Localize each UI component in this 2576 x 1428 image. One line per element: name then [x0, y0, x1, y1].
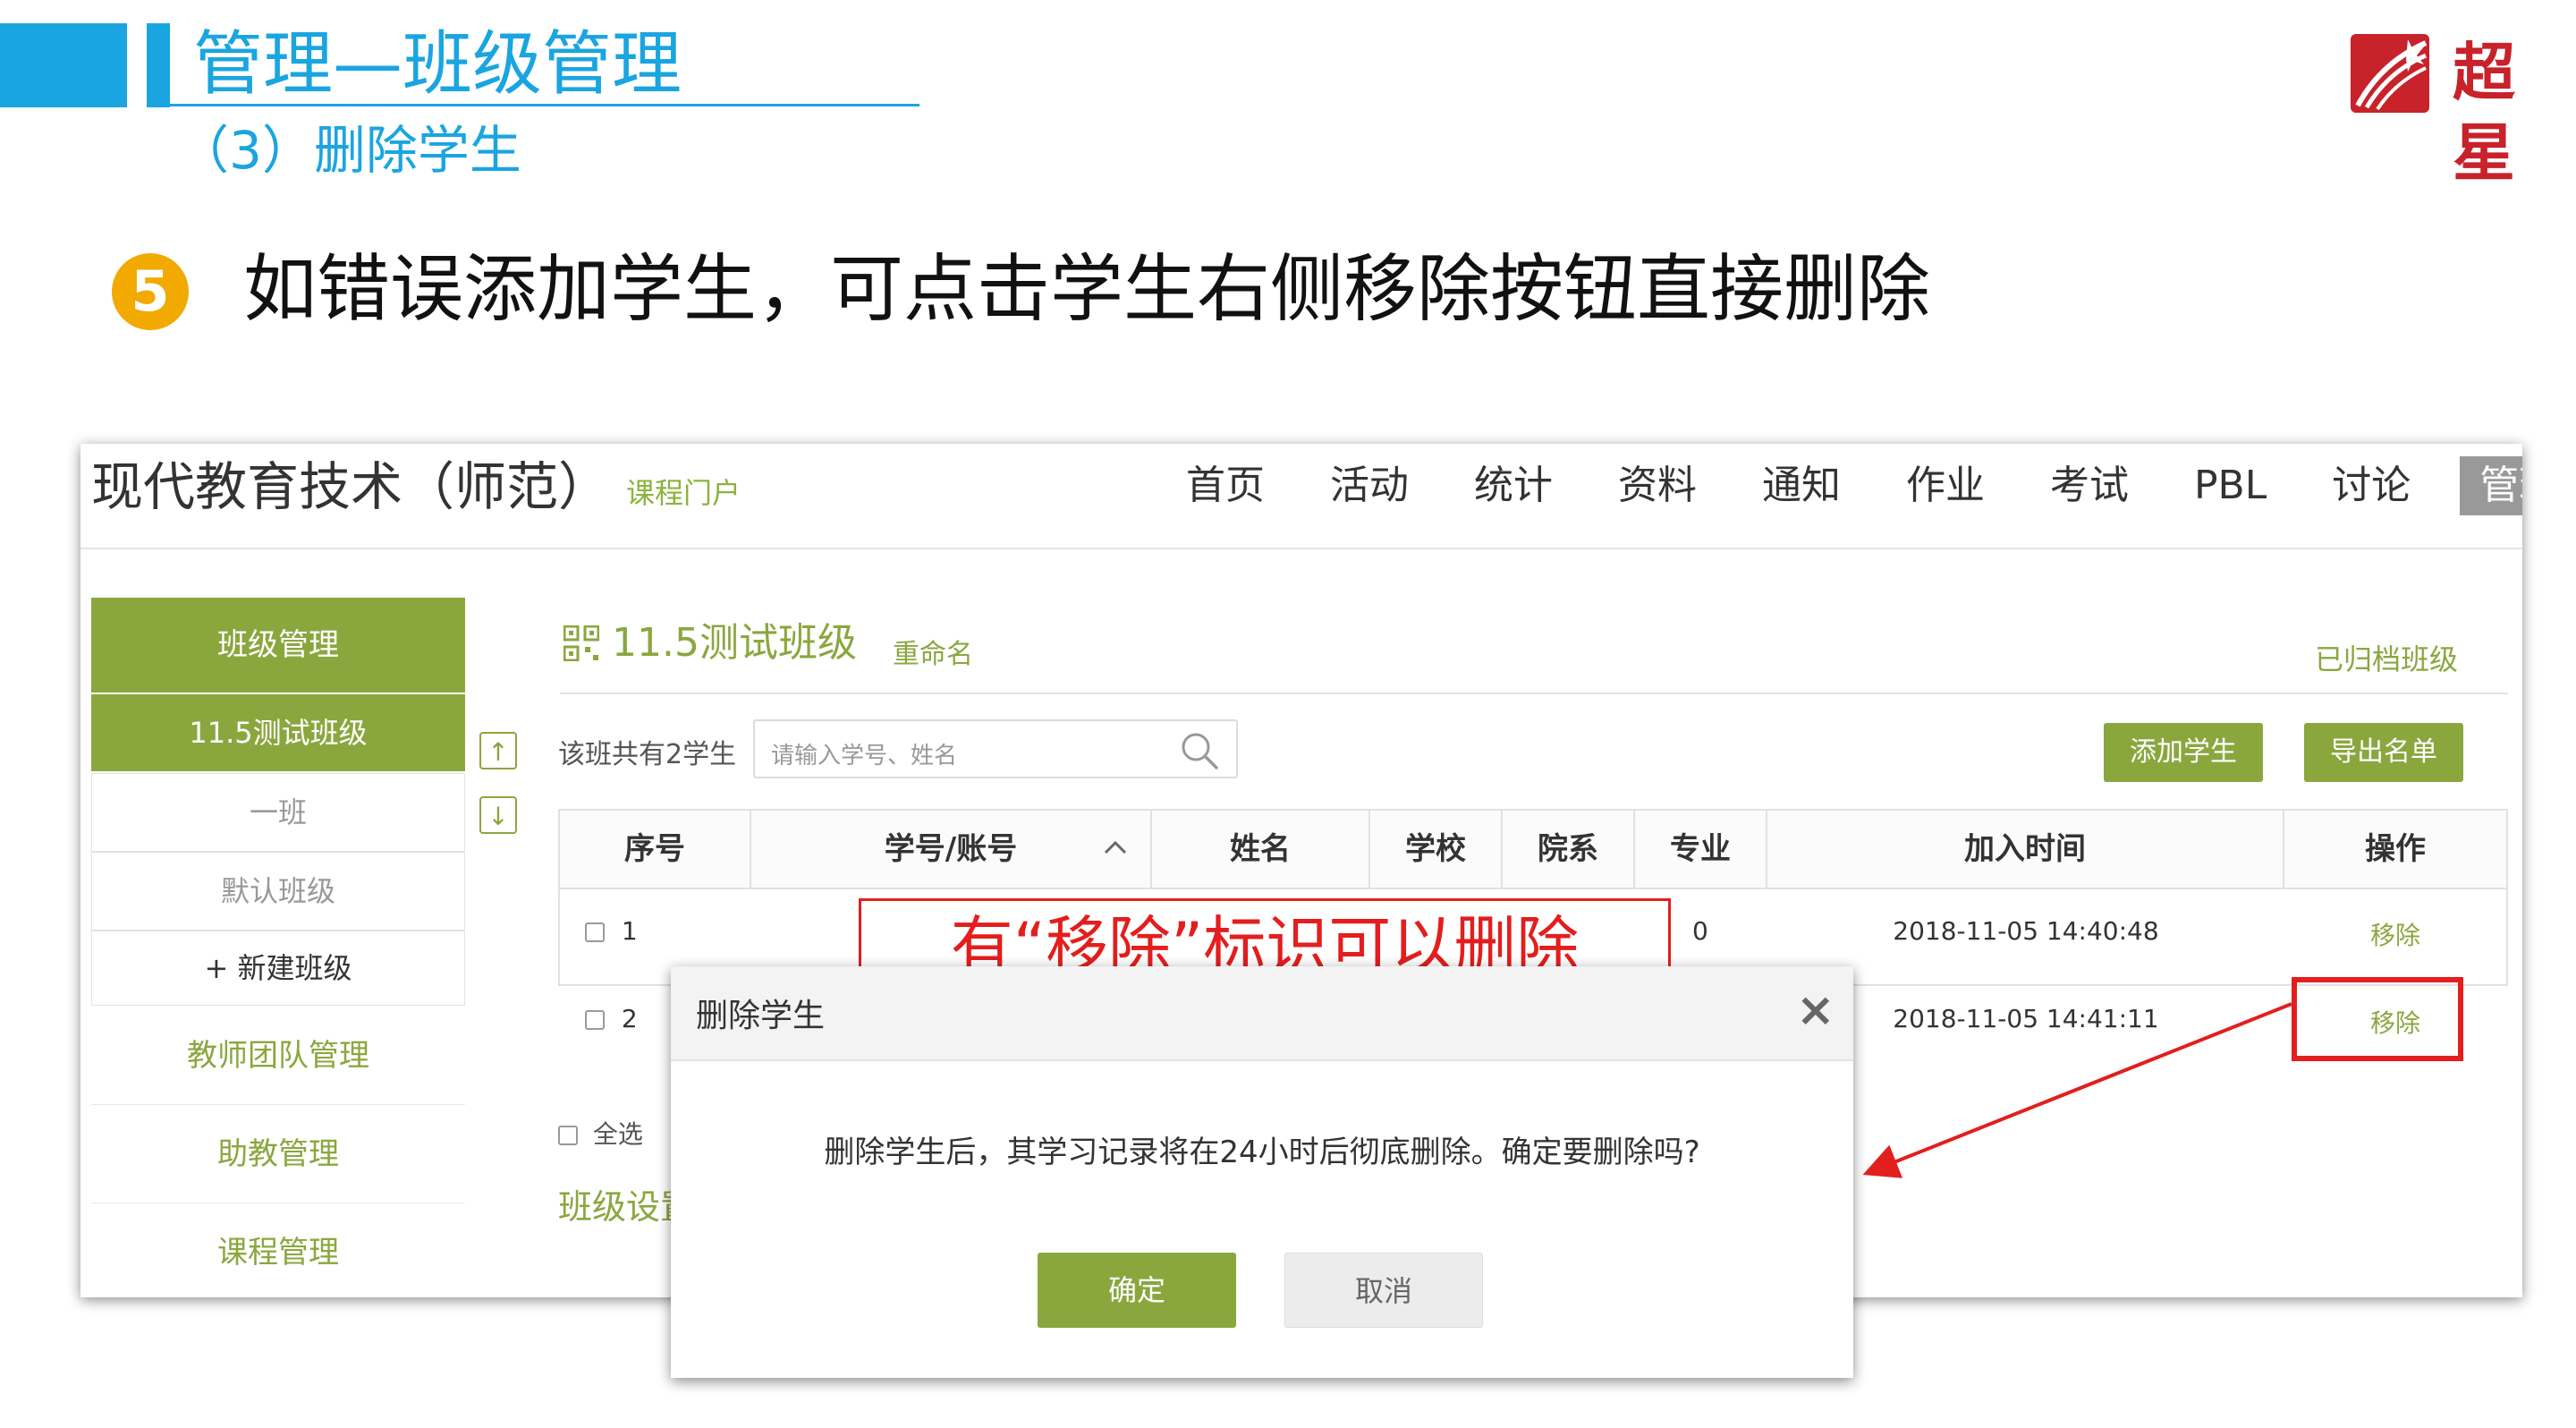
cancel-button[interactable]: 取消 — [1284, 1253, 1483, 1328]
instruction-text: 如错误添加学生，可点击学生右侧移除按钮直接删除 — [243, 247, 1931, 332]
col-major: 专业 — [1635, 811, 1767, 888]
sidebar-class-one[interactable]: 一班 — [91, 773, 465, 852]
delete-student-dialog: 删除学生 × 删除学生后，其学习记录将在24小时后彻底删除。确定要删除吗? 确定… — [671, 966, 1853, 1378]
confirm-button[interactable]: 确定 — [1038, 1253, 1236, 1328]
col-student-id-label: 学号/账号 — [884, 831, 1018, 867]
sidebar-teacher-team[interactable]: 教师团队管理 — [91, 1007, 465, 1105]
top-nav: 首页 活动 统计 资料 通知 作业 考试 PBL 讨论 管理 — [1170, 456, 2522, 515]
new-class-button[interactable]: + 新建班级 — [91, 931, 465, 1006]
col-index: 序号 — [560, 811, 751, 888]
header-accent-block — [0, 23, 127, 107]
select-all[interactable]: 全选 — [558, 1115, 643, 1151]
dialog-header — [671, 966, 1853, 1061]
chaoxing-logo-icon — [2351, 34, 2429, 113]
course-title: 现代教育技术（师范） — [91, 456, 611, 517]
sidebar-assistant[interactable]: 助教管理 — [91, 1106, 465, 1203]
nav-resources[interactable]: 资料 — [1602, 456, 1713, 515]
move-up-icon[interactable]: ↑ — [479, 732, 517, 769]
nav-exam[interactable]: 考试 — [2034, 456, 2145, 515]
dialog-title: 删除学生 — [696, 998, 826, 1034]
qr-code-icon[interactable] — [564, 625, 599, 661]
nav-homework[interactable]: 作业 — [1890, 456, 2001, 515]
archived-classes-link[interactable]: 已归档班级 — [2315, 637, 2458, 678]
row-index: 2 — [621, 1004, 638, 1033]
row-checkbox[interactable] — [585, 1010, 605, 1030]
col-action: 操作 — [2284, 811, 2506, 888]
nav-pbl[interactable]: PBL — [2178, 456, 2283, 515]
row-major: 0 — [1692, 916, 1708, 946]
chaoxing-logo: 超星 — [2345, 27, 2569, 190]
close-icon[interactable]: × — [1796, 979, 1835, 1041]
rename-link[interactable]: 重命名 — [893, 632, 973, 671]
row-index: 1 — [621, 916, 638, 946]
sort-ascending-icon[interactable] — [1104, 839, 1127, 855]
nav-home[interactable]: 首页 — [1170, 456, 1281, 515]
col-department: 院系 — [1503, 811, 1635, 888]
sidebar-class-default[interactable]: 默认班级 — [91, 852, 465, 931]
table-row: 1 — [585, 916, 638, 946]
nav-discussion[interactable]: 讨论 — [2316, 456, 2427, 515]
nav-stats[interactable]: 统计 — [1458, 456, 1569, 515]
col-joined-time: 加入时间 — [1767, 811, 2284, 888]
table-row: 2 — [585, 1004, 638, 1033]
student-search-input[interactable]: 请输入学号、姓名 — [753, 719, 1238, 778]
nav-divider — [80, 548, 2522, 549]
col-school: 学校 — [1370, 811, 1503, 888]
nav-notice[interactable]: 通知 — [1746, 456, 1857, 515]
slide-subtitle: （3）删除学生 — [177, 120, 521, 181]
title-underline — [170, 104, 919, 106]
row-checkbox[interactable] — [585, 922, 605, 942]
course-portal-link[interactable]: 课程门户 — [626, 471, 741, 512]
slide-title: 管理—班级管理 — [193, 24, 682, 105]
sidebar-class-test[interactable]: 11.5测试班级 — [91, 694, 465, 771]
col-name: 姓名 — [1152, 811, 1370, 888]
class-header-divider — [560, 693, 2508, 694]
sidebar-class-management[interactable]: 班级管理 — [91, 598, 465, 693]
select-all-label: 全选 — [592, 1119, 643, 1149]
col-student-id[interactable]: 学号/账号 — [751, 811, 1152, 888]
nav-manage[interactable]: 管理 — [2460, 456, 2522, 515]
search-placeholder: 请输入学号、姓名 — [771, 743, 958, 769]
student-count: 该班共有2学生 — [558, 739, 737, 770]
nav-activity[interactable]: 活动 — [1314, 456, 1425, 515]
header-accent-bar — [147, 23, 170, 107]
dialog-message: 删除学生后，其学习记录将在24小时后彻底删除。确定要删除吗? — [824, 1135, 1700, 1170]
search-icon[interactable] — [1179, 730, 1220, 771]
move-down-icon[interactable]: ↓ — [479, 796, 517, 834]
remove-highlight-box — [2292, 977, 2463, 1061]
class-name: 11.5测试班级 — [612, 620, 857, 666]
header-row-divider — [560, 888, 2506, 889]
step-number-badge: 5 — [112, 253, 189, 330]
sidebar-course[interactable]: 课程管理 — [91, 1204, 465, 1297]
export-list-button[interactable]: 导出名单 — [2304, 723, 2463, 782]
select-all-checkbox[interactable] — [558, 1126, 578, 1145]
logo-text: 超星 — [2453, 35, 2515, 190]
remove-student-button[interactable]: 移除 — [2284, 916, 2506, 952]
row-joined-time: 2018-11-05 14:40:48 — [1893, 916, 2159, 946]
add-student-button[interactable]: 添加学生 — [2104, 723, 2263, 782]
